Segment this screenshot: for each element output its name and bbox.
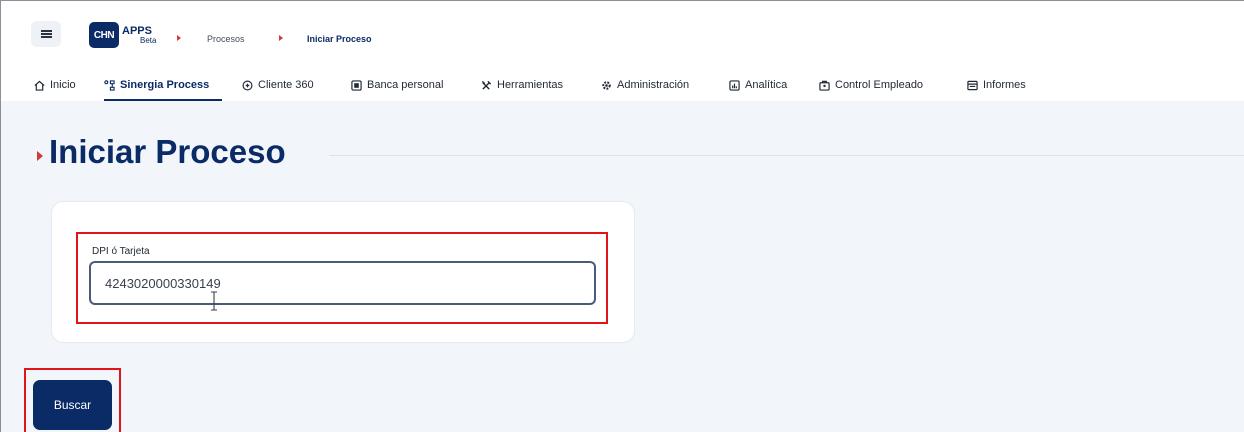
hamburger-icon [40,30,52,38]
nav-item-label: Banca personal [367,79,444,91]
page-title: Iniciar Proceso [49,133,286,170]
nav-item-banca-personal[interactable]: Banca personal [351,76,443,94]
title-divider [329,155,1244,156]
nav-item-label: Inicio [50,79,76,91]
menu-button[interactable] [31,21,61,47]
breadcrumb-current: Iniciar Proceso [307,34,372,44]
nav-item-sinergia-process[interactable]: Sinergia Process [104,76,209,94]
breadcrumb-separator-icon [177,35,181,41]
nav-item-informes[interactable]: Informes [967,76,1026,94]
logo-mark[interactable]: CHN [89,22,119,48]
app-window: CHN APPS Beta Procesos Iniciar Proceso I… [0,0,1244,432]
home-icon [34,80,45,91]
breadcrumb-procesos[interactable]: Procesos [207,34,245,44]
nav-item-analitica[interactable]: Analítica [729,76,787,94]
nav-item-inicio[interactable]: Inicio [34,76,76,94]
employee-icon [819,80,830,91]
report-icon [967,80,978,90]
nav-item-label: Sinergia Process [120,79,210,91]
text-cursor-icon [211,291,217,311]
nav-item-administracion[interactable]: Administración [601,76,689,94]
top-bar: CHN APPS Beta Procesos Iniciar Proceso [1,1,1244,67]
nav-item-control-empleado[interactable]: Control Empleado [819,76,923,94]
cliente-icon [242,80,253,90]
chart-icon [729,79,740,91]
nav-item-label: Informes [983,79,1026,91]
title-marker-icon [37,151,43,161]
nav-item-label: Cliente 360 [258,79,314,91]
main-content: Iniciar Proceso DPI ó Tarjeta Buscar [1,101,1244,432]
nav-item-herramientas[interactable]: Herramientas [481,76,563,94]
logo-beta-text: Beta [140,36,157,45]
main-nav: Inicio Sinergia Process Cliente 360 Banc… [1,67,1244,101]
dpi-tarjeta-input[interactable] [89,261,596,305]
bank-icon [351,79,362,91]
nav-item-label: Administración [617,79,690,91]
tools-icon [481,80,492,90]
nav-item-label: Analítica [745,79,788,91]
nav-item-label: Herramientas [497,79,564,91]
nav-item-label: Control Empleado [835,79,924,91]
gear-icon [602,80,611,90]
dpi-field-label: DPI ó Tarjeta [92,246,150,257]
search-button[interactable]: Buscar [33,380,112,430]
nav-item-cliente-360[interactable]: Cliente 360 [242,76,314,94]
breadcrumb-separator-icon [279,35,283,41]
process-icon [104,79,115,91]
